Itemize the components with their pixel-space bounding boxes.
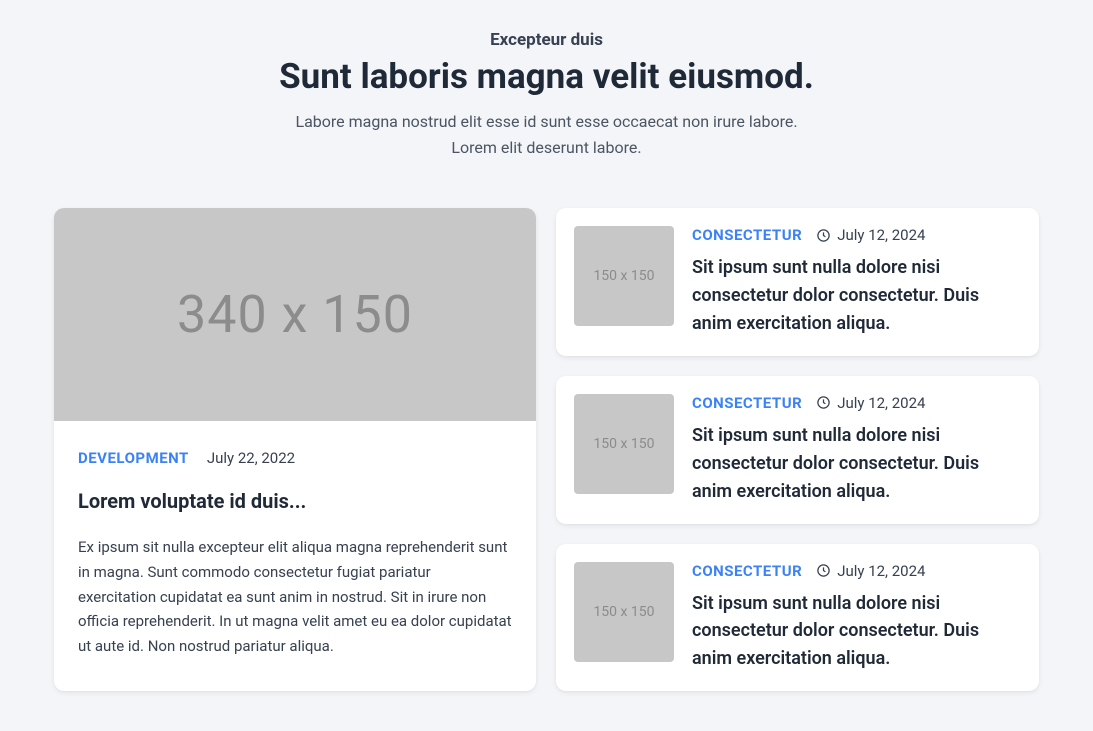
side-thumb-placeholder: 150 x 150: [574, 394, 674, 494]
side-date-text: July 12, 2024: [837, 394, 925, 412]
featured-date: July 22, 2022: [207, 449, 295, 467]
page-header: Excepteur duis Sunt laboris magna velit …: [54, 30, 1039, 160]
side-date-text: July 12, 2024: [837, 562, 925, 580]
page-subtext: Labore magna nostrud elit esse id sunt e…: [287, 109, 807, 160]
clock-icon: [816, 228, 831, 243]
side-category[interactable]: CONSECTETUR: [692, 394, 802, 412]
side-thumb-placeholder: 150 x 150: [574, 562, 674, 662]
side-thumb-placeholder: 150 x 150: [574, 226, 674, 326]
featured-article-card[interactable]: 340 x 150 DEVELOPMENT July 22, 2022 Lore…: [54, 208, 536, 691]
featured-category[interactable]: DEVELOPMENT: [78, 449, 189, 467]
side-article-card[interactable]: 150 x 150 CONSECTETUR July 12, 2024 Sit …: [556, 544, 1039, 692]
side-content: CONSECTETUR July 12, 2024 Sit ipsum sunt…: [692, 562, 1021, 674]
side-article-list: 150 x 150 CONSECTETUR July 12, 2024 Sit …: [556, 208, 1039, 691]
side-meta: CONSECTETUR July 12, 2024: [692, 562, 1021, 580]
side-content: CONSECTETUR July 12, 2024 Sit ipsum sunt…: [692, 226, 1021, 338]
side-content: CONSECTETUR July 12, 2024 Sit ipsum sunt…: [692, 394, 1021, 506]
clock-icon: [816, 563, 831, 578]
side-article-card[interactable]: 150 x 150 CONSECTETUR July 12, 2024 Sit …: [556, 208, 1039, 356]
side-article-title[interactable]: Sit ipsum sunt nulla dolore nisi consect…: [692, 254, 1021, 338]
side-article-card[interactable]: 150 x 150 CONSECTETUR July 12, 2024 Sit …: [556, 376, 1039, 524]
featured-excerpt: Ex ipsum sit nulla excepteur elit aliqua…: [78, 535, 512, 659]
side-date: July 12, 2024: [816, 226, 925, 244]
side-date: July 12, 2024: [816, 394, 925, 412]
page-title: Sunt laboris magna velit eiusmod.: [54, 56, 1039, 97]
side-article-title[interactable]: Sit ipsum sunt nulla dolore nisi consect…: [692, 590, 1021, 674]
side-category[interactable]: CONSECTETUR: [692, 562, 802, 580]
side-meta: CONSECTETUR July 12, 2024: [692, 226, 1021, 244]
side-category[interactable]: CONSECTETUR: [692, 226, 802, 244]
featured-image-placeholder: 340 x 150: [54, 208, 536, 421]
clock-icon: [816, 395, 831, 410]
featured-meta: DEVELOPMENT July 22, 2022: [78, 449, 512, 467]
side-date: July 12, 2024: [816, 562, 925, 580]
side-date-text: July 12, 2024: [837, 226, 925, 244]
featured-title[interactable]: Lorem voluptate id duis...: [78, 489, 512, 513]
side-article-title[interactable]: Sit ipsum sunt nulla dolore nisi consect…: [692, 422, 1021, 506]
featured-body: DEVELOPMENT July 22, 2022 Lorem voluptat…: [54, 421, 536, 689]
eyebrow-label: Excepteur duis: [54, 30, 1039, 50]
side-meta: CONSECTETUR July 12, 2024: [692, 394, 1021, 412]
content-grid: 340 x 150 DEVELOPMENT July 22, 2022 Lore…: [54, 208, 1039, 691]
